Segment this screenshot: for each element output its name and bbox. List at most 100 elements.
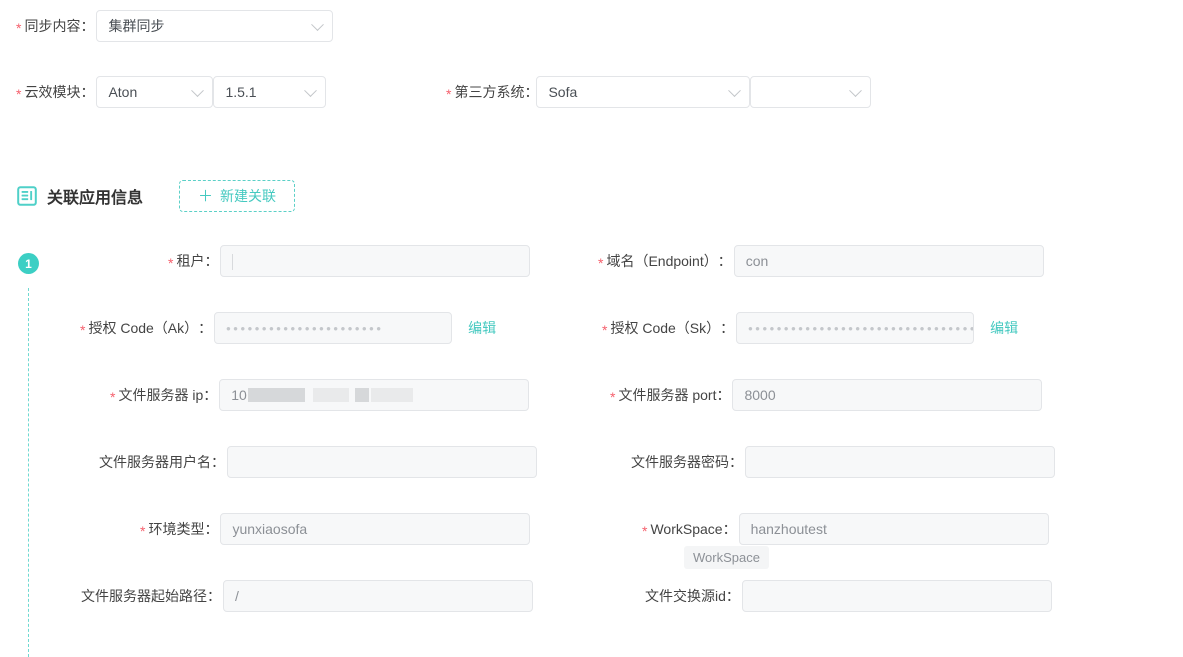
workspace-label: WorkSpace: [650, 521, 723, 537]
sk-masked-value: ••••••••••••••••••••••••••••••••: [748, 320, 975, 336]
field-row-third-party-system: * 第三方系统 ： Sofa: [446, 76, 872, 108]
file-server-port-label: 文件服务器 port: [618, 387, 717, 403]
label-colon: ：: [725, 588, 740, 604]
label-colon: ：: [717, 253, 732, 269]
workspace-input[interactable]: hanzhoutest: [738, 513, 1049, 545]
file-server-ip-label: 文件服务器 ip: [118, 387, 204, 403]
redacted-block: [370, 388, 413, 402]
redacted-block: [312, 388, 349, 402]
sync-content-label: 同步内容: [24, 18, 81, 34]
ak-edit-link[interactable]: 编辑: [468, 318, 496, 338]
section-header: 关联应用信息 ＋ 新建关联: [17, 180, 296, 212]
file-server-root-path-input[interactable]: /: [223, 580, 533, 612]
label-colon: ：: [720, 320, 735, 336]
field-row-file-server-port: * 文件服务器 port ： 8000: [610, 379, 1043, 411]
required-asterisk: *: [610, 389, 616, 405]
sync-content-select[interactable]: 集群同步: [96, 10, 334, 42]
field-row-endpoint: * 域名（Endpoint） ： con: [598, 245, 1044, 277]
endpoint-input[interactable]: con: [733, 245, 1044, 277]
form-page: * 同步内容 ： 集群同步 * 云效模块 ： Aton 1.5.1 * 第三方系…: [0, 0, 1183, 657]
file-server-ip-input[interactable]: 10: [219, 379, 530, 411]
third-party-system-label: 第三方系统: [454, 84, 525, 100]
field-row-file-exchange-source-id: 文件交换源id ：: [645, 580, 1052, 612]
file-server-root-path-label: 文件服务器起始路径: [81, 588, 207, 604]
chevron-down-icon: [849, 84, 863, 98]
field-row-file-server-user: 文件服务器用户名 ：: [99, 446, 537, 478]
label-colon: ：: [207, 588, 221, 604]
file-server-port-input[interactable]: 8000: [732, 379, 1043, 411]
chevron-down-icon: [311, 18, 325, 32]
label-colon: ：: [203, 387, 218, 403]
third-party-system-secondary-select[interactable]: [750, 76, 872, 108]
field-row-workspace: * WorkSpace ： hanzhoutest: [642, 513, 1049, 545]
field-row-cloud-module: * 云效模块 ： Aton 1.5.1: [16, 76, 327, 108]
label-colon: ：: [80, 84, 95, 100]
label-colon: ：: [198, 320, 213, 336]
file-server-user-input[interactable]: [227, 446, 537, 478]
plus-icon: ＋: [198, 187, 214, 205]
field-row-env-type: * 环境类型 ： yunxiaosofa: [140, 513, 531, 545]
required-asterisk: *: [446, 86, 452, 102]
sync-content-value: 集群同步: [108, 18, 165, 34]
endpoint-value: con: [745, 253, 769, 269]
file-server-ip-value: 10: [231, 387, 247, 403]
cloud-module-value: Aton: [108, 84, 138, 100]
field-row-file-server-password: 文件服务器密码 ：: [631, 446, 1055, 478]
label-colon: ：: [204, 521, 219, 537]
label-colon: ：: [80, 18, 95, 34]
sk-edit-link[interactable]: 编辑: [990, 318, 1018, 338]
chevron-down-icon: [304, 84, 318, 98]
tenant-input[interactable]: [220, 245, 531, 277]
field-row-tenant: * 租户 ：: [168, 245, 531, 277]
field-row-file-server-ip: * 文件服务器 ip ： 10: [110, 379, 530, 411]
file-server-password-input[interactable]: [745, 446, 1055, 478]
required-asterisk: *: [80, 322, 86, 338]
required-asterisk: *: [598, 255, 604, 271]
env-type-value: yunxiaosofa: [232, 521, 308, 537]
third-party-system-select[interactable]: Sofa: [536, 76, 751, 108]
env-type-label: 环境类型: [148, 521, 205, 537]
required-asterisk: *: [642, 523, 648, 539]
group-index-badge: 1: [18, 253, 39, 274]
required-asterisk: *: [168, 255, 174, 271]
new-association-label: 新建关联: [220, 188, 277, 204]
file-exchange-source-id-input[interactable]: [741, 580, 1052, 612]
field-row-sync-content: * 同步内容 ： 集群同步: [16, 10, 334, 42]
endpoint-label: 域名（Endpoint）: [606, 253, 718, 269]
group-rail: [28, 288, 29, 657]
field-row-file-server-root-path: 文件服务器起始路径 ： /: [81, 580, 533, 612]
file-server-port-value: 8000: [744, 387, 776, 403]
ak-input[interactable]: ••••••••••••••••••••••: [214, 312, 453, 344]
required-asterisk: *: [110, 389, 116, 405]
workspace-value: hanzhoutest: [750, 521, 827, 537]
required-asterisk: *: [602, 322, 608, 338]
workspace-tooltip: WorkSpace: [684, 546, 769, 569]
cloud-module-version-value: 1.5.1: [225, 84, 257, 100]
file-server-root-path-value: /: [235, 588, 239, 604]
redacted-block: [247, 388, 305, 402]
file-server-password-label: 文件服务器密码: [631, 454, 729, 470]
chevron-down-icon: [728, 84, 742, 98]
sk-label: 授权 Code（Sk）: [610, 320, 721, 336]
file-exchange-source-id-label: 文件交换源id: [645, 588, 726, 604]
field-row-sk: * 授权 Code（Sk） ： ••••••••••••••••••••••••…: [602, 312, 1018, 344]
cloud-module-select[interactable]: Aton: [96, 76, 214, 108]
redacted-block: [354, 388, 369, 402]
field-row-ak: * 授权 Code（Ak） ： •••••••••••••••••••••• 编…: [80, 312, 496, 344]
label-colon: ：: [204, 253, 219, 269]
cloud-module-version-select[interactable]: 1.5.1: [213, 76, 327, 108]
env-type-input[interactable]: yunxiaosofa: [220, 513, 531, 545]
label-colon: ：: [211, 454, 225, 470]
label-colon: ：: [729, 454, 743, 470]
third-party-system-value: Sofa: [548, 84, 578, 100]
new-association-button[interactable]: ＋ 新建关联: [179, 180, 296, 212]
tenant-label: 租户: [176, 253, 205, 269]
ak-label: 授权 Code（Ak）: [88, 320, 199, 336]
required-asterisk: *: [16, 20, 22, 36]
sk-input[interactable]: ••••••••••••••••••••••••••••••••: [736, 312, 975, 344]
text-cursor: [232, 254, 234, 270]
file-server-user-label: 文件服务器用户名: [99, 454, 211, 470]
document-list-icon: [17, 186, 37, 206]
chevron-down-icon: [191, 84, 205, 98]
label-colon: ：: [722, 521, 737, 537]
